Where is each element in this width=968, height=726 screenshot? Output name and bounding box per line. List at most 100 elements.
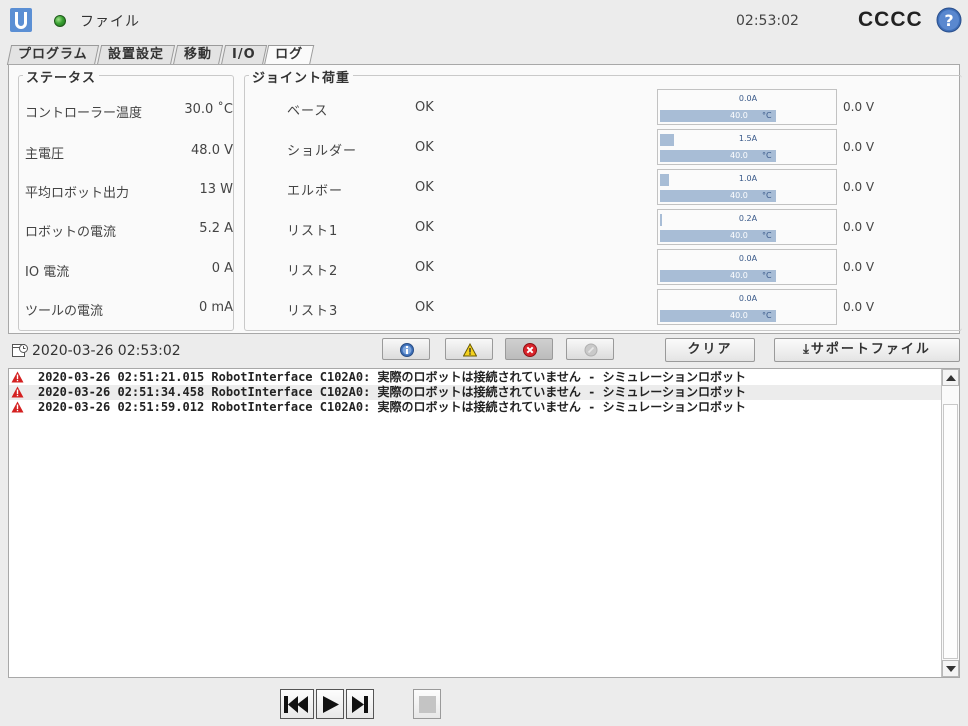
disabled-filter-button[interactable] — [566, 338, 614, 360]
universal-robots-logo — [10, 8, 32, 32]
temperature-value: 40.0 — [730, 151, 748, 160]
joint-status: OK — [415, 100, 434, 115]
error-filter-button[interactable] — [505, 338, 553, 360]
log-list[interactable]: 2020-03-26 02:51:21.015 RobotInterface C… — [8, 368, 960, 678]
temperature-unit: °C — [762, 111, 772, 120]
joint-status: OK — [415, 180, 434, 195]
log-message: 2020-03-26 02:51:59.012 RobotInterface C… — [38, 400, 747, 414]
status-label: 主電圧 — [25, 147, 65, 162]
temperature-unit: °C — [762, 151, 772, 160]
current-value: 1.0A — [738, 174, 758, 183]
joint-row-elbow: エルボー OK 1.0A 40.0 °C 0.0 V — [245, 169, 963, 205]
stop-button[interactable] — [413, 689, 441, 719]
info-icon — [400, 343, 414, 357]
joint-name: ショルダー — [287, 144, 358, 159]
temperature-bar — [660, 270, 776, 282]
tab-io[interactable]: I/O — [220, 45, 267, 65]
status-value: 5.2 A — [199, 221, 233, 236]
disabled-icon — [584, 343, 598, 357]
joint-gauge: 1.5A 40.0 °C — [657, 129, 837, 165]
joint-voltage: 0.0 V — [843, 140, 875, 154]
joint-status: OK — [415, 220, 434, 235]
tab-program[interactable]: プログラム — [6, 45, 99, 65]
temperature-bar — [660, 110, 776, 122]
joint-name: リスト2 — [287, 264, 339, 279]
log-toolbar: 2020-03-26 02:53:02 クリア ⤓サポートファイル — [8, 334, 960, 368]
scroll-down-button[interactable] — [942, 660, 959, 677]
status-value: 13 W — [199, 182, 233, 197]
temperature-unit: °C — [762, 271, 772, 280]
joint-gauge: 0.0A 40.0 °C — [657, 289, 837, 325]
joint-name: エルボー — [287, 184, 344, 199]
play-button[interactable] — [316, 689, 344, 719]
joint-status: OK — [415, 140, 434, 155]
log-scrollbar[interactable] — [941, 369, 959, 677]
current-value: 0.2A — [738, 214, 758, 223]
joint-name: ベース — [287, 104, 329, 119]
current-value: 0.0A — [738, 94, 758, 103]
joint-row-wrist3: リスト3 OK 0.0A 40.0 °C 0.0 V — [245, 289, 963, 325]
robot-status-indicator — [54, 15, 66, 27]
status-group-title: ステータス — [23, 67, 100, 86]
tab-label: ログ — [275, 47, 304, 62]
error-icon — [523, 343, 537, 357]
log-entry[interactable]: 2020-03-26 02:51:21.015 RobotInterface C… — [9, 370, 941, 385]
step-forward-button[interactable] — [346, 689, 374, 719]
arrow-down-icon — [946, 666, 956, 672]
tab-log[interactable]: ログ — [264, 45, 315, 66]
status-label: ロボットの電流 — [25, 225, 117, 240]
tab-label: I/O — [231, 47, 256, 62]
log-entry[interactable]: 2020-03-26 02:51:59.012 RobotInterface C… — [9, 400, 941, 415]
joint-name: リスト3 — [287, 304, 339, 319]
status-label: 平均ロボット出力 — [25, 186, 130, 201]
joint-row-shoulder: ショルダー OK 1.5A 40.0 °C 0.0 V — [245, 129, 963, 165]
warning-filter-button[interactable] — [445, 338, 493, 360]
status-label: IO 電流 — [25, 265, 70, 280]
joint-row-base: ベース OK 0.0A 40.0 °C 0.0 V — [245, 89, 963, 125]
status-value: 0 mA — [199, 300, 233, 315]
status-group: ステータス コントローラー温度 30.0 ˚C 主電圧 48.0 V 平均ロボッ… — [18, 67, 234, 331]
log-message: 2020-03-26 02:51:34.458 RobotInterface C… — [38, 385, 747, 399]
play-icon — [323, 696, 339, 713]
info-filter-button[interactable] — [382, 338, 430, 360]
joint-gauge: 0.0A 40.0 °C — [657, 89, 837, 125]
temperature-value: 40.0 — [730, 111, 748, 120]
temperature-value: 40.0 — [730, 271, 748, 280]
tab-label: 移動 — [183, 47, 212, 62]
warning-icon — [11, 401, 24, 413]
temperature-bar — [660, 230, 776, 242]
step-forward-icon — [352, 696, 368, 713]
arrow-up-icon — [946, 375, 956, 381]
skip-to-start-button[interactable] — [280, 689, 314, 719]
stop-icon — [419, 696, 436, 713]
current-value: 1.5A — [738, 134, 758, 143]
robot-name: CCCC — [858, 8, 923, 31]
clock: 02:53:02 — [736, 13, 799, 29]
file-menu[interactable]: ファイル — [80, 11, 140, 31]
log-tab-panel: ステータス コントローラー温度 30.0 ˚C 主電圧 48.0 V 平均ロボッ… — [8, 64, 963, 334]
joint-voltage: 0.0 V — [843, 260, 875, 274]
current-value: 0.0A — [738, 254, 758, 263]
tab-installation[interactable]: 設置設定 — [96, 45, 175, 65]
status-value: 48.0 V — [191, 143, 233, 158]
joint-name: リスト1 — [287, 224, 339, 239]
top-header: ファイル 02:53:02 CCCC ? — [0, 0, 968, 42]
joint-voltage: 0.0 V — [843, 300, 875, 314]
support-file-button[interactable]: ⤓サポートファイル — [774, 338, 960, 362]
playback-bar — [0, 680, 968, 726]
clear-button[interactable]: クリア — [665, 338, 755, 362]
status-value: 30.0 ˚C — [184, 102, 233, 117]
scroll-up-button[interactable] — [942, 369, 959, 386]
temperature-bar — [660, 310, 776, 322]
log-timestamp: 2020-03-26 02:53:02 — [32, 343, 181, 359]
log-entry[interactable]: 2020-03-26 02:51:34.458 RobotInterface C… — [9, 385, 941, 400]
joint-status: OK — [415, 260, 434, 275]
joint-gauge: 0.0A 40.0 °C — [657, 249, 837, 285]
scroll-thumb[interactable] — [943, 404, 958, 659]
warning-icon — [11, 386, 24, 398]
help-icon[interactable]: ? — [936, 7, 962, 33]
tab-move[interactable]: 移動 — [172, 45, 223, 65]
temperature-bar — [660, 150, 776, 162]
joint-voltage: 0.0 V — [843, 100, 875, 114]
temperature-value: 40.0 — [730, 191, 748, 200]
